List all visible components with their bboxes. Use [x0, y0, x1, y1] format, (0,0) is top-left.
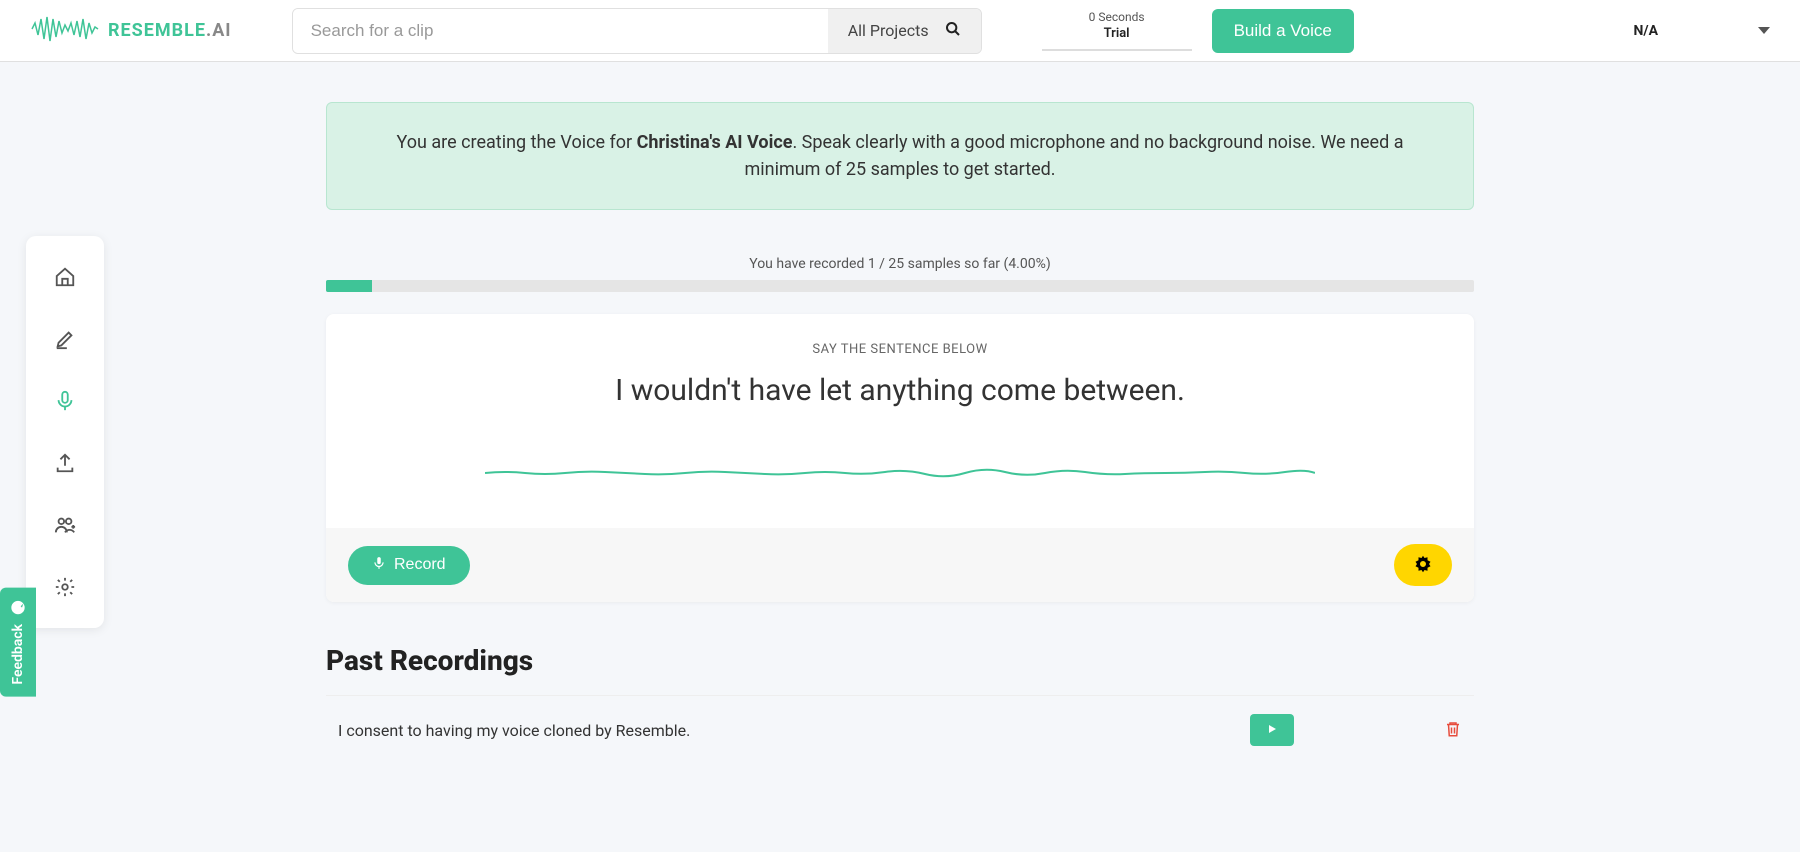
project-filter-label: All Projects [848, 21, 929, 40]
account-label: N/A [1634, 23, 1658, 39]
feedback-icon [10, 600, 26, 616]
logo-waveform-icon [30, 13, 100, 49]
waveform-display [485, 458, 1315, 488]
settings-icon[interactable] [54, 576, 76, 598]
play-icon [1266, 723, 1278, 738]
team-icon[interactable] [54, 514, 76, 536]
recording-settings-button[interactable] [1394, 544, 1452, 586]
upload-icon[interactable] [54, 452, 76, 474]
microphone-icon [372, 556, 386, 575]
account-dropdown[interactable]: N/A [1634, 23, 1770, 39]
progress-bar [326, 280, 1474, 292]
past-recording-text: I consent to having my voice cloned by R… [338, 721, 1250, 740]
top-header: RESEMBLE.AI All Projects 0 Seconds Trial… [0, 0, 1800, 62]
edit-icon[interactable] [54, 328, 76, 350]
logo-text: RESEMBLE.AI [108, 20, 232, 41]
feedback-label: Feedback [10, 624, 26, 685]
record-button[interactable]: Record [348, 546, 470, 585]
banner-voice-name: Christina's AI Voice [637, 132, 793, 153]
banner-suffix: . Speak clearly with a good microphone a… [744, 132, 1403, 180]
search-bar: All Projects [292, 8, 982, 54]
logo[interactable]: RESEMBLE.AI [30, 13, 232, 49]
prompt-sentence: I wouldn't have let anything come betwee… [366, 373, 1434, 408]
banner-prefix: You are creating the Voice for [396, 132, 636, 153]
main-content: You are creating the Voice for Christina… [326, 62, 1474, 746]
record-label: Record [394, 556, 446, 574]
progress-fill [326, 280, 372, 292]
trash-icon [1444, 726, 1462, 741]
usage-plan: Trial [1042, 26, 1192, 41]
chevron-down-icon [1758, 27, 1770, 34]
search-icon [945, 21, 961, 41]
delete-button[interactable] [1444, 720, 1462, 741]
sidebar-nav [26, 236, 104, 628]
info-banner: You are creating the Voice for Christina… [326, 102, 1474, 210]
feedback-tab[interactable]: Feedback [0, 588, 36, 697]
usage-seconds: 0 Seconds [1042, 10, 1192, 24]
recording-card-body: SAY THE SENTENCE BELOW I wouldn't have l… [326, 314, 1474, 528]
play-button[interactable] [1250, 714, 1294, 746]
usage-bar [1042, 49, 1192, 51]
usage-info: 0 Seconds Trial [1042, 10, 1192, 51]
search-input[interactable] [293, 9, 828, 53]
project-filter-dropdown[interactable]: All Projects [828, 9, 981, 53]
recording-toolbar: Record [326, 528, 1474, 602]
past-recordings-title: Past Recordings [326, 644, 1474, 677]
build-voice-button[interactable]: Build a Voice [1212, 9, 1354, 53]
progress-label: You have recorded 1 / 25 samples so far … [326, 256, 1474, 272]
microphone-icon[interactable] [54, 390, 76, 412]
home-icon[interactable] [54, 266, 76, 288]
recording-card: SAY THE SENTENCE BELOW I wouldn't have l… [326, 314, 1474, 602]
gear-icon [1414, 555, 1432, 576]
instruction-label: SAY THE SENTENCE BELOW [366, 342, 1434, 357]
past-recording-row: I consent to having my voice cloned by R… [326, 695, 1474, 746]
